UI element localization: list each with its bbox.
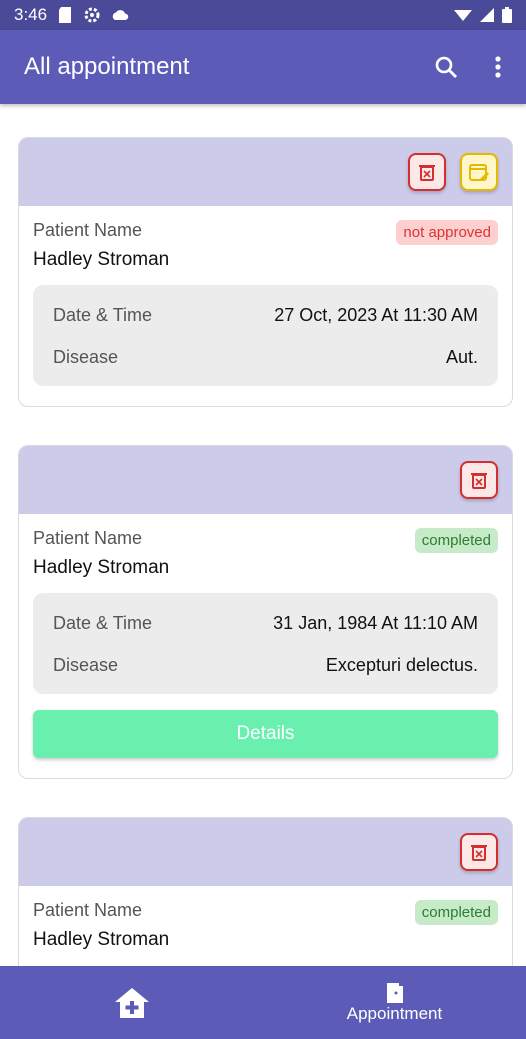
disease-row: Disease Aut. [53, 347, 478, 368]
home-add-icon [114, 987, 149, 1018]
appointment-card: Patient Name Hadley Stroman completed Da… [18, 445, 513, 779]
delete-icon [419, 165, 435, 181]
delete-button[interactable] [408, 153, 446, 191]
card-header [19, 818, 512, 886]
reschedule-button[interactable] [460, 153, 498, 191]
card-body: Patient Name Hadley Stroman not approved… [19, 206, 512, 406]
search-icon[interactable] [434, 55, 458, 79]
sd-card-icon [59, 7, 72, 23]
appointment-info: Date & Time 31 Jan, 1984 At 11:10 AM Dis… [33, 593, 498, 694]
settings-gear-icon [84, 7, 100, 23]
delete-icon [471, 845, 487, 861]
date-time-row: Date & Time 31 Jan, 1984 At 11:10 AM [53, 613, 478, 634]
appointment-card: Patient Name Hadley Stroman not approved… [18, 137, 513, 407]
app-bar: All appointment [0, 30, 526, 104]
card-body: Patient Name Hadley Stroman completed Da… [19, 514, 512, 778]
disease-label: Disease [53, 347, 119, 367]
date-time-row: Date & Time 27 Oct, 2023 At 11:30 AM [53, 305, 478, 326]
calendar-edit-icon [469, 164, 489, 181]
door-icon [386, 982, 403, 1003]
delete-icon [471, 473, 487, 489]
nav-appointment[interactable]: Appointment [263, 966, 526, 1039]
delete-button[interactable] [460, 833, 498, 871]
patient-name: Hadley Stroman [33, 557, 170, 578]
nav-appointment-label: Appointment [346, 1003, 443, 1023]
details-button[interactable]: Details [33, 710, 498, 758]
delete-button[interactable] [460, 461, 498, 499]
status-badge: completed [414, 900, 498, 925]
disease-label: Disease [53, 655, 119, 675]
status-badge: completed [414, 528, 498, 553]
cloud-icon [112, 10, 129, 20]
wifi-icon [454, 10, 472, 21]
status-badge: not approved [396, 220, 498, 245]
card-header [19, 446, 512, 514]
card-body: Patient Name Hadley Stroman completed [19, 886, 512, 971]
date-time-label: Date & Time [53, 305, 153, 325]
status-time: 3:46 [14, 5, 48, 24]
nav-home[interactable] [0, 966, 263, 1039]
battery-icon [502, 7, 512, 23]
more-options-icon[interactable] [494, 55, 502, 79]
appointment-info: Date & Time 27 Oct, 2023 At 11:30 AM Dis… [33, 285, 498, 386]
date-time-label: Date & Time [53, 613, 153, 633]
signal-icon [480, 8, 494, 22]
patient-name: Hadley Stroman [33, 929, 170, 950]
bottom-navigation: Appointment [0, 966, 526, 1039]
date-time-value: 31 Jan, 1984 At 11:10 AM [273, 613, 478, 633]
patient-name: Hadley Stroman [33, 249, 170, 270]
disease-row: Disease Excepturi delectus. [53, 655, 478, 676]
card-header [19, 138, 512, 206]
date-time-value: 27 Oct, 2023 At 11:30 AM [274, 305, 478, 325]
disease-value: Aut. [445, 347, 478, 367]
disease-value: Excepturi delectus. [325, 655, 478, 675]
status-bar: 3:46 [0, 0, 526, 30]
page-title: All appointment [24, 53, 190, 80]
